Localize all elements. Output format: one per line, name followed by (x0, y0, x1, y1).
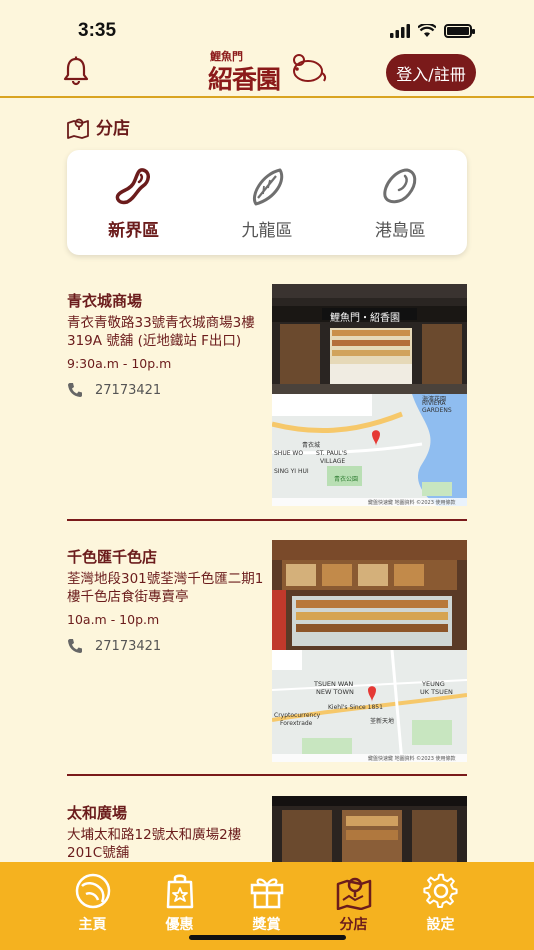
battery-icon (444, 24, 475, 38)
branch-address: 大埔太和路12號太和廣場2樓201C號舖 (67, 827, 242, 861)
signal-icon (390, 24, 410, 38)
branch-name: 青衣城商場 (67, 292, 143, 310)
gear-icon (422, 873, 458, 908)
logo-main-text: 紹香園 (208, 65, 281, 94)
section-header: 分店 (66, 114, 130, 139)
tab-label: 主頁 (78, 917, 107, 933)
map-label: VILLAGE (320, 458, 346, 465)
tab-label: 分店 (339, 917, 368, 933)
map-label: Forextrade (280, 720, 313, 727)
store-map-icon (336, 877, 371, 910)
branch-card[interactable]: 太和廣場 大埔太和路12號太和廣場2樓201C號舖 (67, 796, 467, 862)
map-label: 海濱花園 (422, 396, 447, 403)
gift-icon (250, 878, 283, 909)
branch-divider (67, 774, 467, 776)
map-footer: 鍵盤快速鍵 地圖資料 ©2023 使用條款 (368, 500, 456, 506)
branch-hours: 10a.m - 10p.m (67, 612, 160, 627)
tab-label: 優惠 (165, 917, 194, 933)
location-map[interactable]: RIVIERA GARDENS 海濱花園 SHUE WO ST. PAUL'S … (272, 394, 467, 506)
tab-settings[interactable]: 設定 (397, 862, 484, 950)
branch-address: 青衣青敬路33號青衣城商場3樓319A 號舖 (近地鐵站 F出口) (67, 315, 255, 349)
map-label: Kiehl's Since 1851 (328, 704, 383, 711)
tab-home[interactable]: 主頁 (49, 862, 136, 950)
shopping-bag-icon (166, 874, 193, 909)
region-label: 新界區 (108, 221, 160, 241)
store-sign-text: 鯉魚門・紹香園 (330, 313, 400, 324)
map-label: SHUE WO (274, 450, 304, 457)
region-tab-kowloon[interactable]: 九龍區 (200, 150, 333, 255)
branch-address: 荃灣地段301號荃灣千色匯二期1樓千色店食街專賣亭 (67, 571, 264, 605)
brand-logo: 鯉魚門 紹香園 (208, 50, 328, 94)
branch-phone[interactable]: 27173421 (67, 382, 161, 398)
store-photo (272, 796, 467, 862)
map-label: GARDENS (422, 407, 452, 414)
branch-phone[interactable]: 27173421 (67, 638, 161, 654)
map-label: NEW TOWN (316, 688, 354, 696)
region-selector: 新界區 九龍區 港島區 (67, 150, 467, 255)
map-label: SING YI HUI (274, 468, 309, 475)
location-map[interactable]: TSUEN WAN NEW TOWN YEUNG UK TSUEN Kiehl'… (272, 650, 467, 762)
branch-name: 千色匯千色店 (67, 548, 158, 566)
pistachio-icon (383, 168, 417, 204)
bell-icon[interactable] (62, 56, 90, 86)
branch-divider (67, 519, 467, 521)
map-label: 荃新天地 (370, 718, 395, 725)
map-label: YEUNG (422, 680, 445, 688)
page-title: 分店 (96, 119, 130, 139)
map-label: ST. PAUL'S (316, 450, 348, 457)
phone-icon (68, 383, 82, 397)
tab-label: 獎賞 (252, 917, 281, 933)
branch-card[interactable]: 千色匯千色店 荃灣地段301號荃灣千色匯二期1樓千色店食街專賣亭 10a.m -… (67, 540, 467, 762)
status-icons (390, 24, 475, 38)
nut-icon (115, 168, 150, 205)
region-label: 九龍區 (241, 221, 293, 241)
store-map-icon (67, 118, 89, 139)
branch-card[interactable]: 青衣城商場 青衣青敬路33號青衣城商場3樓319A 號舖 (近地鐵站 F出口) … (67, 284, 467, 506)
region-tab-hong-kong-island[interactable]: 港島區 (334, 150, 467, 255)
seed-icon (253, 168, 284, 206)
branch-name: 太和廣場 (67, 804, 128, 822)
store-photo: 鯉魚門・紹香園 (272, 284, 467, 394)
phone-number: 27173421 (95, 382, 162, 398)
region-tab-new-territories[interactable]: 新界區 (67, 150, 200, 255)
map-label: 青衣城 (302, 442, 321, 449)
store-photo (272, 540, 467, 650)
map-label: TSUEN WAN (314, 680, 354, 688)
home-indicator (189, 935, 346, 940)
status-time: 3:35 (78, 20, 117, 41)
login-register-button[interactable]: 登入/註冊 (386, 54, 476, 91)
map-label: 青衣公園 (334, 476, 359, 483)
mouse-logo-icon (293, 54, 327, 82)
app-header: 鯉魚門 紹香園 登入/註冊 (0, 50, 534, 98)
tab-label: 設定 (426, 917, 455, 933)
map-footer: 鍵盤快速鍵 地圖資料 ©2023 使用條款 (368, 756, 456, 762)
status-bar: 3:35 (0, 0, 534, 54)
wifi-icon (418, 24, 436, 37)
branch-hours: 9:30a.m - 10p.m (67, 356, 172, 371)
map-label: Cryptocurrency (274, 712, 321, 719)
phone-number: 27173421 (95, 638, 162, 654)
region-label: 港島區 (374, 221, 426, 241)
phone-icon (68, 639, 82, 653)
map-label: UK TSUEN (420, 688, 453, 696)
leaf-icon (75, 873, 110, 909)
